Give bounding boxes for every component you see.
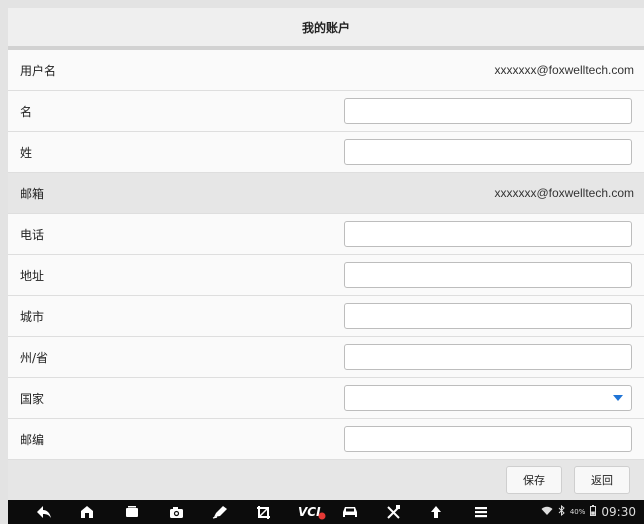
pen-icon[interactable] (212, 500, 228, 524)
recent-apps-icon[interactable] (125, 500, 139, 524)
phone-field[interactable] (344, 221, 632, 247)
email-label: 邮箱 (20, 186, 45, 201)
crop-icon[interactable] (256, 500, 271, 524)
phone-label: 电话 (20, 227, 45, 242)
username-row: 用户名 xxxxxxx@foxwelltech.com (8, 50, 644, 91)
my-account-window: 我的账户 用户名 xxxxxxx@foxwelltech.com 名 姓 邮箱 … (8, 8, 644, 500)
dropdown-arrow-icon (613, 395, 623, 401)
zip-field[interactable] (344, 426, 632, 452)
tools-icon[interactable] (386, 500, 401, 524)
upload-icon[interactable] (430, 500, 442, 524)
vci-icon[interactable]: VCI (298, 500, 326, 524)
last-name-field[interactable] (344, 139, 632, 165)
page-title: 我的账户 (301, 20, 350, 35)
country-row: 国家 (8, 378, 644, 419)
title-bar: 我的账户 (8, 8, 644, 50)
menu-icon[interactable] (474, 500, 488, 524)
zip-label: 邮编 (20, 432, 45, 447)
address-row: 地址 (8, 255, 644, 296)
camera-icon[interactable] (169, 500, 184, 524)
last-name-row: 姓 (8, 132, 644, 173)
country-label: 国家 (20, 391, 45, 406)
battery-icon (590, 505, 597, 519)
last-name-label: 姓 (20, 145, 33, 160)
city-label: 城市 (20, 309, 45, 324)
home-icon[interactable] (80, 500, 94, 524)
email-value: xxxxxxx@foxwelltech.com (494, 186, 634, 200)
address-field[interactable] (344, 262, 632, 288)
car-icon[interactable] (342, 500, 358, 524)
wifi-icon (541, 506, 553, 519)
status-area: 40% 09:30 (541, 500, 636, 524)
back-icon[interactable] (36, 500, 52, 524)
action-bar: 保存 返回 (8, 460, 644, 500)
city-row: 城市 (8, 296, 644, 337)
system-nav-bar: VCI 40% 09:30 (8, 500, 644, 524)
first-name-field[interactable] (344, 98, 632, 124)
email-row: 邮箱 xxxxxxx@foxwelltech.com (8, 173, 644, 214)
bluetooth-icon (558, 504, 565, 519)
state-field[interactable] (344, 344, 632, 370)
username-label: 用户名 (20, 63, 57, 78)
first-name-row: 名 (8, 91, 644, 132)
username-value: xxxxxxx@foxwelltech.com (494, 63, 634, 77)
state-label: 州/省 (20, 350, 49, 365)
city-field[interactable] (344, 303, 632, 329)
state-row: 州/省 (8, 337, 644, 378)
first-name-label: 名 (20, 104, 33, 119)
back-button[interactable]: 返回 (574, 466, 630, 494)
account-form: 用户名 xxxxxxx@foxwelltech.com 名 姓 邮箱 xxxxx… (8, 50, 644, 460)
phone-row: 电话 (8, 214, 644, 255)
clock: 09:30 (601, 505, 636, 519)
save-button[interactable]: 保存 (506, 466, 562, 494)
zip-row: 邮编 (8, 419, 644, 460)
battery-percent: 40% (569, 508, 586, 516)
country-select[interactable] (344, 385, 632, 411)
address-label: 地址 (20, 268, 45, 283)
